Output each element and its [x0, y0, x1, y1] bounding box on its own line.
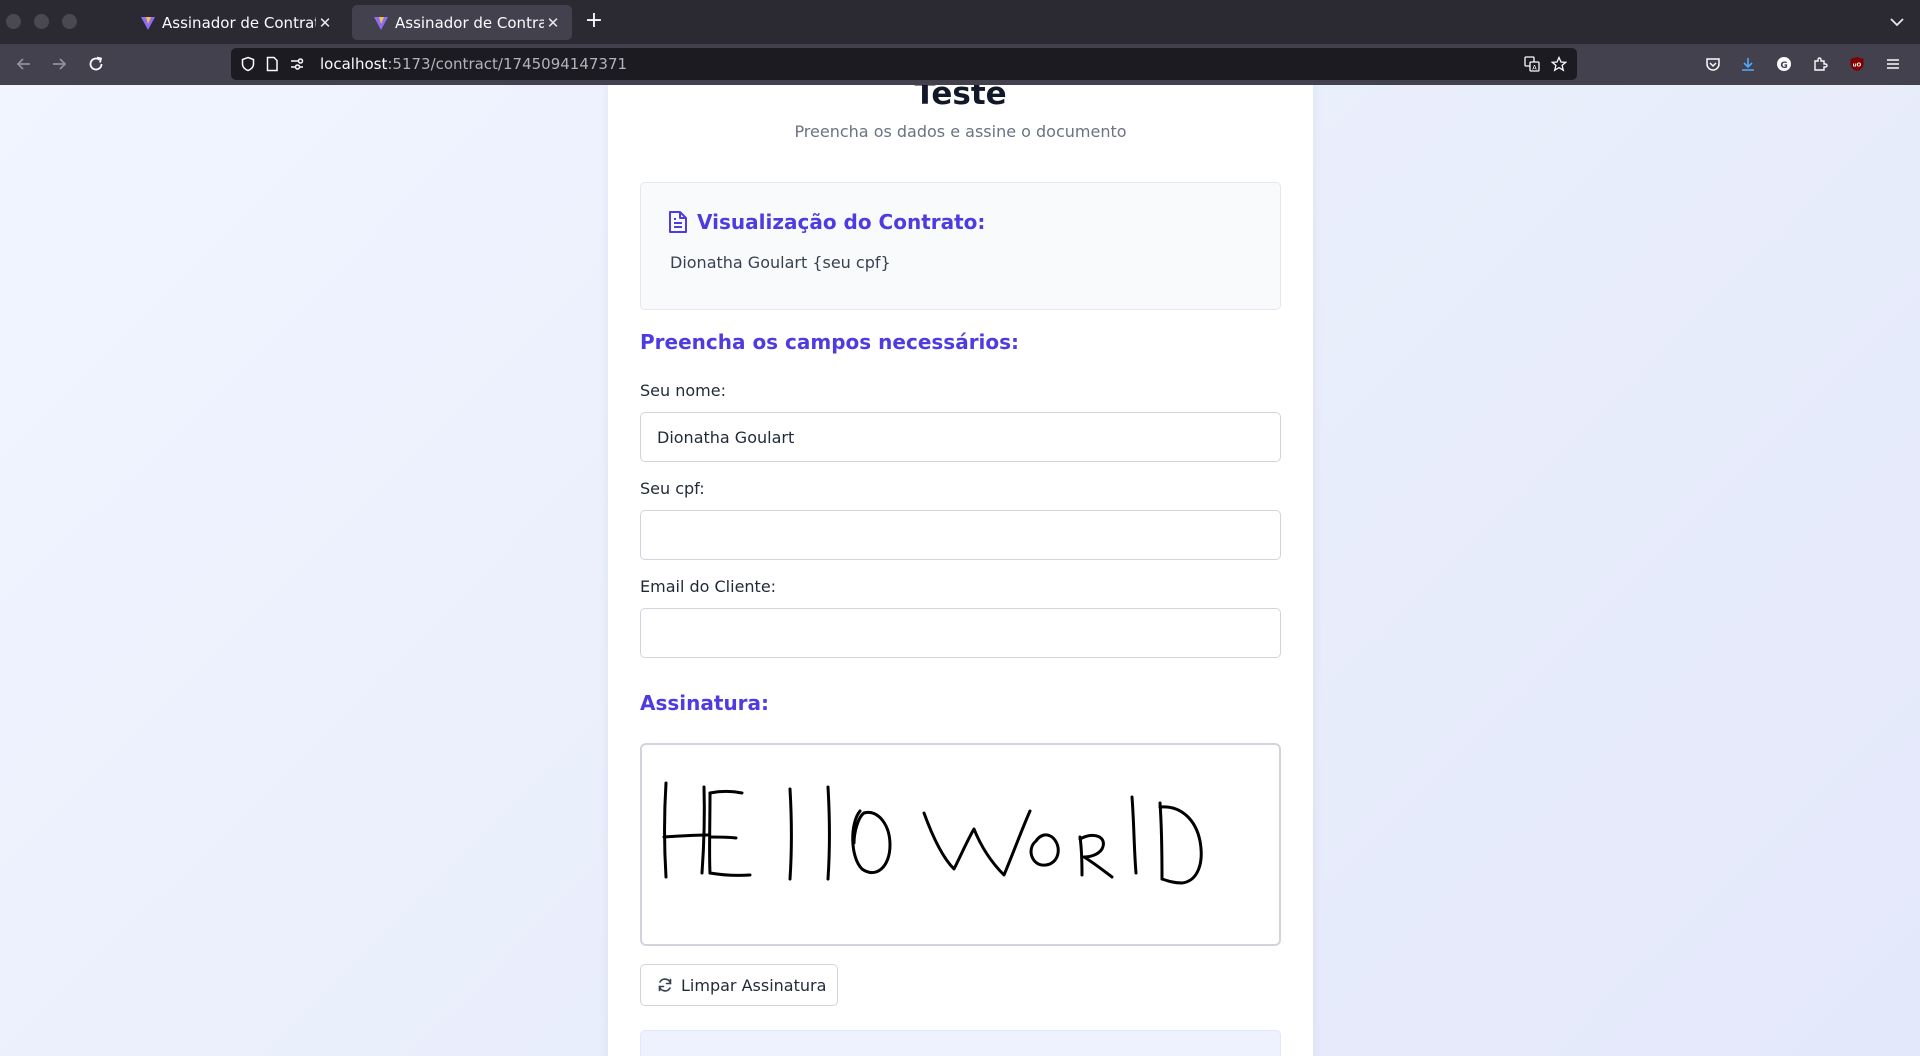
translate-icon[interactable]: A: [1524, 56, 1540, 72]
form-section-title: Preencha os campos necessários:: [640, 330, 1020, 354]
close-icon[interactable]: ✕: [544, 14, 562, 32]
cpf-input[interactable]: [640, 510, 1281, 560]
tab-title: Assinador de Contratos: [395, 13, 544, 32]
signature-pad[interactable]: [640, 743, 1281, 946]
clear-signature-button[interactable]: Limpar Assinatura: [640, 964, 838, 1006]
page-info-icon[interactable]: [264, 56, 280, 72]
next-section-panel: [640, 1030, 1281, 1056]
contract-preview-header: Visualização do Contrato:: [667, 210, 985, 234]
page-viewport: Teste Preencha os dados e assine o docum…: [0, 85, 1920, 1056]
forward-button[interactable]: [49, 54, 69, 74]
page-subtitle: Preencha os dados e assine o documento: [794, 122, 1127, 141]
window-close-button[interactable]: [6, 14, 21, 29]
cpf-field-label: Seu cpf:: [640, 479, 705, 498]
document-icon: [669, 211, 687, 233]
url-path: :5173/contract/1745094147371: [387, 55, 628, 73]
downloads-icon[interactable]: [1738, 54, 1758, 74]
svg-text:uO: uO: [1853, 63, 1862, 69]
tab-strip: Assinador de Contratos ✕ Assinador de Co…: [0, 0, 1920, 44]
tab-assinador-1[interactable]: Assinador de Contratos ✕: [119, 5, 344, 40]
page-title: Teste: [914, 85, 1007, 112]
reload-button[interactable]: [86, 54, 106, 74]
name-field-label: Seu nome:: [640, 381, 726, 400]
reload-icon: [89, 56, 103, 71]
svg-text:G: G: [1780, 61, 1787, 71]
tab-assinador-2[interactable]: Assinador de Contratos ✕: [352, 5, 572, 40]
svg-text:A: A: [1532, 64, 1537, 72]
close-icon[interactable]: ✕: [316, 14, 334, 32]
name-input[interactable]: [640, 412, 1281, 462]
address-bar[interactable]: localhost:5173/contract/1745094147371 A: [231, 48, 1577, 80]
extensions-icon[interactable]: [1810, 54, 1830, 74]
signature-drawing: [662, 781, 1203, 885]
back-button[interactable]: [14, 54, 34, 74]
new-tab-button[interactable]: +: [583, 10, 605, 32]
url-text[interactable]: localhost:5173/contract/1745094147371: [320, 55, 627, 73]
permissions-icon[interactable]: [289, 56, 305, 72]
clear-signature-label: Limpar Assinatura: [681, 975, 827, 995]
contract-preview-title: Visualização do Contrato:: [697, 210, 986, 234]
vite-favicon-icon: [374, 16, 388, 30]
contract-preview-panel: Visualização do Contrato: Dionatha Goula…: [640, 182, 1281, 310]
arrow-right-icon: [53, 58, 67, 70]
vite-favicon-icon: [141, 16, 155, 30]
list-all-tabs-icon[interactable]: [1888, 13, 1906, 31]
pocket-icon[interactable]: [1703, 54, 1723, 74]
bookmark-star-icon[interactable]: [1551, 56, 1567, 72]
tracking-protection-shield-icon[interactable]: [240, 56, 256, 72]
account-icon[interactable]: G: [1774, 54, 1794, 74]
menu-hamburger-icon[interactable]: [1883, 54, 1903, 74]
navigation-toolbar: localhost:5173/contract/1745094147371 A …: [0, 44, 1920, 85]
window-maximize-button[interactable]: [62, 14, 77, 29]
contract-preview-text: Dionatha Goulart {seu cpf}: [670, 253, 891, 272]
contract-card: Teste Preencha os dados e assine o docum…: [608, 85, 1313, 1056]
tab-title: Assinador de Contratos: [162, 13, 316, 32]
arrow-left-icon: [16, 58, 30, 70]
url-host: localhost: [320, 55, 388, 73]
refresh-icon: [658, 978, 672, 992]
email-input[interactable]: [640, 608, 1281, 658]
ublock-origin-icon[interactable]: uO: [1847, 54, 1867, 74]
signature-section-title: Assinatura:: [640, 691, 770, 715]
window-minimize-button[interactable]: [34, 14, 49, 29]
email-field-label: Email do Cliente:: [640, 577, 777, 596]
